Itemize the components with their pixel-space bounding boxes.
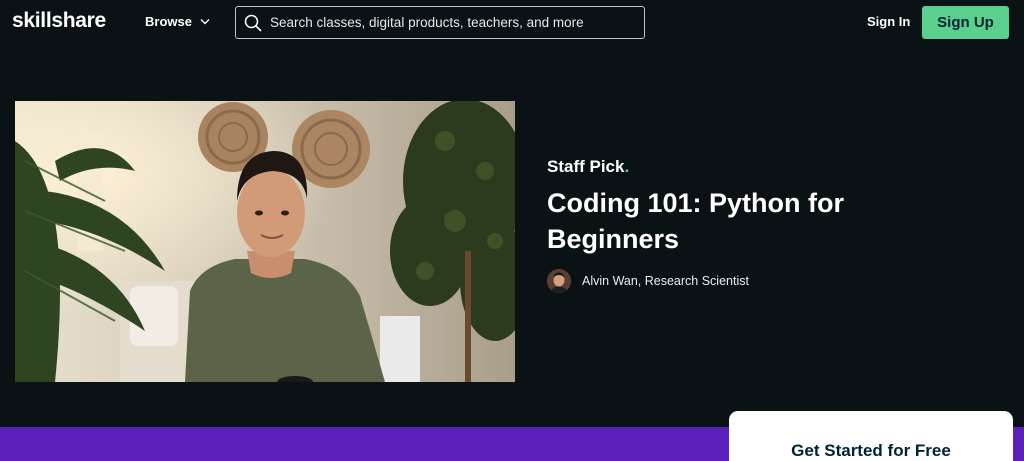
signup-card-title: Get Started for Free bbox=[791, 441, 951, 460]
instructor-photo bbox=[15, 101, 515, 382]
page: skillshare Browse Sign In Sign Up bbox=[0, 0, 1024, 461]
browse-menu-button[interactable]: Browse bbox=[145, 14, 210, 29]
browse-label: Browse bbox=[145, 14, 192, 29]
chevron-down-icon bbox=[200, 19, 210, 25]
top-navigation: skillshare Browse Sign In Sign Up bbox=[0, 0, 1024, 44]
course-info: Staff Pick. Coding 101: Python for Begin… bbox=[547, 157, 927, 293]
sign-up-button[interactable]: Sign Up bbox=[922, 6, 1009, 39]
staff-pick-label: Staff Pick bbox=[547, 157, 625, 176]
sign-in-link[interactable]: Sign In bbox=[867, 14, 910, 29]
course-video-thumbnail[interactable] bbox=[15, 101, 515, 382]
search-bar[interactable] bbox=[235, 6, 645, 39]
staff-pick-badge: Staff Pick. bbox=[547, 157, 927, 177]
signup-card: Get Started for Free bbox=[729, 411, 1013, 461]
search-icon bbox=[244, 14, 262, 31]
skillshare-logo[interactable]: skillshare bbox=[12, 9, 106, 33]
badge-dot: . bbox=[624, 157, 630, 176]
teacher-avatar bbox=[547, 269, 571, 293]
teacher-info[interactable]: Alvin Wan, Research Scientist bbox=[547, 269, 927, 293]
teacher-name[interactable]: Alvin Wan, Research Scientist bbox=[582, 274, 749, 288]
search-input[interactable] bbox=[270, 15, 640, 30]
course-title[interactable]: Coding 101: Python for Beginners bbox=[547, 185, 927, 257]
